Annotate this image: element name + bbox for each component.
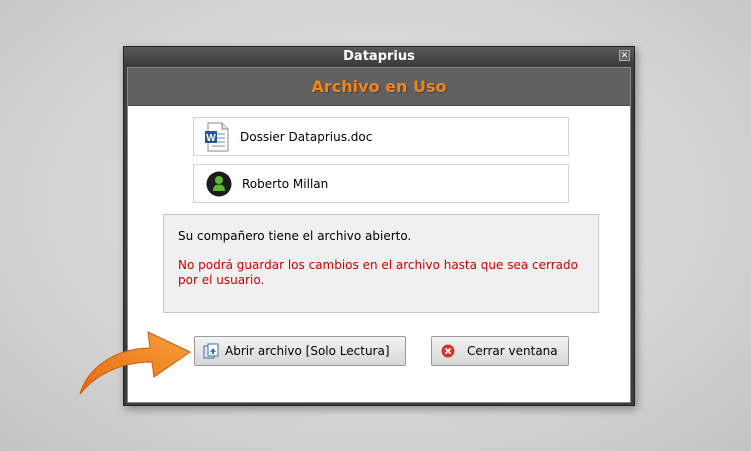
window-title: Dataprius <box>124 47 634 66</box>
message-box: Su compañero tiene el archivo abierto. N… <box>163 214 599 313</box>
close-circle-icon <box>441 344 455 358</box>
warning-message: No podrá guardar los cambios en el archi… <box>178 258 578 287</box>
file-name: Dossier Dataprius.doc <box>240 129 373 144</box>
user-name: Roberto Millan <box>242 176 329 191</box>
open-readonly-label: Abrir archivo [Solo Lectura] <box>225 344 390 358</box>
dialog-window: Dataprius ✕ Archivo en Uso W Dossier Dat… <box>123 46 635 406</box>
user-card: Roberto Millan <box>193 164 569 203</box>
info-message: Su compañero tiene el archivo abierto. <box>178 229 412 243</box>
svg-text:W: W <box>206 133 216 144</box>
file-card: W Dossier Dataprius.doc <box>193 117 569 156</box>
open-readonly-button[interactable]: Abrir archivo [Solo Lectura] <box>194 336 406 366</box>
orange-arrow-icon <box>79 331 191 395</box>
close-window-label: Cerrar ventana <box>467 344 558 358</box>
user-icon <box>206 171 232 197</box>
word-document-icon: W <box>204 122 230 152</box>
dialog-heading: Archivo en Uso <box>128 68 630 106</box>
open-readonly-icon <box>203 343 219 359</box>
window-close-button[interactable]: ✕ <box>619 50 630 61</box>
close-window-button[interactable]: Cerrar ventana <box>431 336 569 366</box>
dialog-body: Archivo en Uso W Dossier Dataprius.doc R… <box>127 67 631 403</box>
